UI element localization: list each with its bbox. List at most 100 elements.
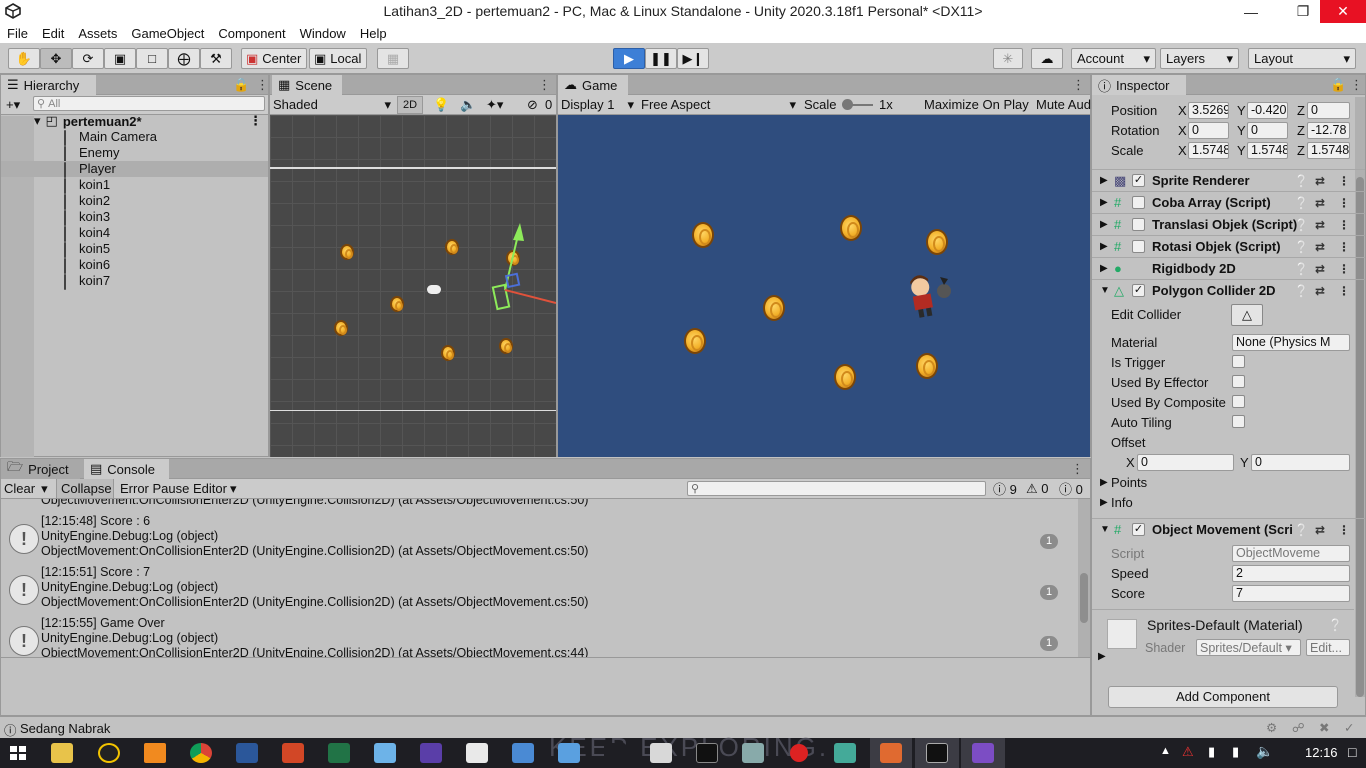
scene-coin[interactable] — [499, 338, 513, 354]
app-icon[interactable] — [420, 743, 442, 763]
account-dropdown[interactable]: Account ▾ — [1071, 48, 1156, 69]
scene-coin[interactable] — [445, 239, 459, 255]
hierarchy-item[interactable]: koin7 — [1, 273, 268, 290]
step-button[interactable]: ▶❙ — [677, 48, 709, 69]
scene-coin[interactable] — [340, 244, 354, 260]
component-header[interactable]: ▼ △ ✓ Polygon Collider 2D ❔ ⇄ ⋮ — [1092, 279, 1365, 301]
scale-z-field[interactable]: 1.5748 — [1307, 141, 1350, 159]
tab-project[interactable]: 🗁 Project — [1, 459, 80, 479]
scale-tool-icon[interactable]: ▣ — [104, 48, 136, 69]
autocad-icon[interactable] — [98, 743, 120, 763]
start-icon[interactable] — [10, 746, 26, 760]
presets-icon[interactable]: ⇄ — [1315, 174, 1325, 188]
presets-icon[interactable]: ⇄ — [1315, 284, 1325, 298]
tab-scene[interactable]: ▦ Scene — [272, 75, 342, 95]
help-icon[interactable]: ❔ — [1294, 240, 1309, 254]
edit-collider-button[interactable]: △ — [1231, 304, 1263, 326]
recorder-icon[interactable] — [790, 744, 808, 762]
volume-icon[interactable]: 🔈 — [1256, 743, 1273, 760]
hidden-objects-icon[interactable]: ⊘ — [527, 97, 538, 113]
component-menu-icon[interactable]: ⋮ — [1338, 523, 1350, 537]
auto-tiling-checkbox[interactable] — [1232, 415, 1245, 428]
scene-coin[interactable] — [441, 345, 455, 361]
app-icon[interactable] — [604, 743, 626, 763]
warning-count-toggle[interactable]: ⚠ 0 — [1026, 481, 1049, 497]
mute-audio-toggle[interactable]: Mute Aud — [1036, 97, 1091, 112]
scene-root[interactable]: ▾ ◰ pertemuan2* ⋮ — [34, 113, 268, 129]
tab-inspector[interactable]: ⓘ Inspector — [1092, 75, 1186, 95]
component-header[interactable]: ▶ # Translasi Objek (Script) ❔ ⇄ ⋮ — [1092, 213, 1365, 235]
presets-icon[interactable]: ⇄ — [1315, 523, 1325, 537]
position-y-field[interactable]: -0.420 — [1247, 101, 1288, 119]
app-icon[interactable] — [466, 743, 488, 763]
word-icon[interactable] — [236, 743, 258, 763]
is-trigger-checkbox[interactable] — [1232, 355, 1245, 368]
python-icon[interactable] — [512, 743, 534, 763]
hierarchy-item[interactable]: koin5 — [1, 241, 268, 258]
hierarchy-item[interactable]: Enemy — [1, 145, 268, 162]
component-header[interactable]: ▶ # Coba Array (Script) ❔ ⇄ ⋮ — [1092, 191, 1365, 213]
debug-icon[interactable]: ✖ — [1319, 720, 1329, 735]
presets-icon[interactable]: ⇄ — [1315, 196, 1325, 210]
menu-window[interactable]: Window — [293, 26, 353, 41]
component-menu-icon[interactable]: ⋮ — [1338, 218, 1350, 232]
maximize-on-play-toggle[interactable]: Maximize On Play — [924, 97, 1029, 112]
cache-server-icon[interactable]: ⚙ — [1266, 720, 1277, 735]
aspect-dropdown[interactable]: Free Aspect ▾ — [641, 97, 796, 113]
shader-dropdown[interactable]: Sprites/Default ▾ — [1196, 639, 1301, 656]
panel-menu-icon[interactable]: ⋮ — [538, 77, 551, 93]
log-entry[interactable]: ! [12:15:55] Game Over UnityEngine.Debug:L… — [1, 616, 1076, 657]
hierarchy-item[interactable]: koin3 — [1, 209, 268, 226]
component-menu-icon[interactable]: ⋮ — [1338, 240, 1350, 254]
hierarchy-item[interactable]: Player — [1, 161, 268, 178]
info-foldout[interactable]: ▶ Info — [1092, 492, 1365, 512]
collab-icon[interactable]: ✳ — [993, 48, 1023, 69]
editor-dropdown[interactable]: Editor ▾ — [193, 481, 237, 497]
add-component-button[interactable]: Add Component — [1108, 686, 1338, 708]
scene-menu-icon[interactable]: ⋮ — [249, 113, 262, 129]
space-toggle[interactable]: ▣ Local — [309, 48, 367, 69]
score-field[interactable]: 7 — [1232, 584, 1350, 602]
lighting-icon[interactable]: 💡 — [433, 97, 449, 113]
component-menu-icon[interactable]: ⋮ — [1338, 196, 1350, 210]
component-enabled-checkbox[interactable]: ✓ — [1132, 284, 1145, 297]
scene-coin[interactable] — [334, 320, 348, 336]
scale-y-field[interactable]: 1.5748 — [1247, 141, 1288, 159]
layers-dropdown[interactable]: Layers ▾ — [1160, 48, 1239, 69]
collapse-toggle[interactable]: Collapse — [56, 479, 114, 498]
expand-arrow-icon[interactable]: ▶ — [1098, 651, 1106, 662]
component-enabled-checkbox[interactable] — [1132, 196, 1145, 209]
hierarchy-search-input[interactable]: ⚲ All — [33, 96, 265, 111]
component-menu-icon[interactable]: ⋮ — [1338, 284, 1350, 298]
move-gizmo[interactable] — [480, 205, 556, 315]
tab-console[interactable]: ▤ Console — [84, 459, 169, 479]
speed-field[interactable]: 2 — [1232, 564, 1350, 582]
rotation-x-field[interactable]: 0 — [1188, 121, 1229, 139]
display-dropdown[interactable]: Display 1 ▾ — [561, 97, 634, 113]
help-icon[interactable]: ❔ — [1294, 174, 1309, 188]
status-message[interactable]: Sedang Nabrak — [20, 721, 110, 736]
file-explorer-icon[interactable] — [51, 743, 73, 763]
close-button[interactable]: ✕ — [1320, 0, 1366, 23]
rotation-y-field[interactable]: 0 — [1247, 121, 1288, 139]
help-icon[interactable]: ❔ — [1294, 262, 1309, 276]
scene-coin[interactable] — [390, 296, 404, 312]
menu-component[interactable]: Component — [211, 26, 292, 41]
rotation-z-field[interactable]: -12.78 — [1307, 121, 1350, 139]
hierarchy-item[interactable]: koin1 — [1, 177, 268, 194]
pivot-toggle[interactable]: ▣ Center — [241, 48, 307, 69]
tab-hierarchy[interactable]: ☰ Hierarchy — [1, 75, 96, 95]
tab-game[interactable]: ☁ Game — [558, 75, 628, 95]
powerpoint-icon[interactable] — [282, 743, 304, 763]
effects-icon[interactable]: ✦▾ — [486, 97, 503, 113]
component-menu-icon[interactable]: ⋮ — [1338, 174, 1350, 188]
app-icon[interactable] — [650, 743, 672, 763]
hierarchy-item[interactable]: koin6 — [1, 257, 268, 274]
cloud-icon[interactable]: ☁ — [1031, 48, 1063, 69]
paint-icon[interactable] — [374, 743, 396, 763]
scale-x-field[interactable]: 1.5748 — [1188, 141, 1229, 159]
chevron-up-icon[interactable]: ▲ — [1160, 745, 1171, 757]
cmd-icon[interactable] — [696, 743, 718, 763]
panel-menu-icon[interactable]: ⋮ — [1071, 461, 1084, 477]
app-icon[interactable] — [742, 743, 764, 763]
